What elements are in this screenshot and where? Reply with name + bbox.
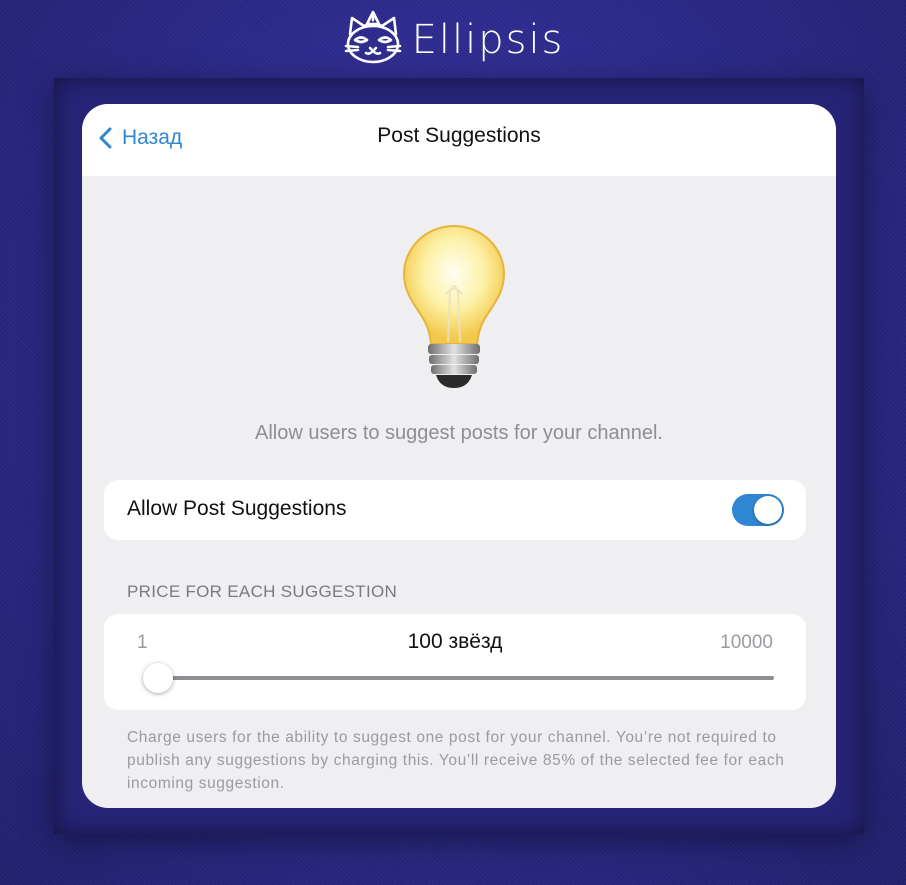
allow-suggestions-row: Allow Post Suggestions xyxy=(104,480,806,540)
navigation-bar: Назад Post Suggestions xyxy=(82,104,836,176)
settings-panel: Назад Post Suggestions Allow users to su… xyxy=(82,104,836,808)
allow-suggestions-toggle[interactable] xyxy=(732,494,784,526)
page-title: Post Suggestions xyxy=(377,124,541,147)
price-slider-thumb[interactable] xyxy=(143,663,174,693)
price-slider-track[interactable] xyxy=(152,676,774,680)
price-section-header: PRICE FOR EACH SUGGESTION xyxy=(127,582,398,601)
brand-header: Ellipsis xyxy=(0,10,906,70)
slider-value-label: 100 звёзд xyxy=(407,630,503,653)
cat-logo-icon xyxy=(344,10,401,64)
lightbulb-icon xyxy=(402,224,506,388)
brand-name: Ellipsis xyxy=(411,17,565,63)
price-footnote: Charge users for the ability to suggest … xyxy=(127,729,785,792)
price-slider-card: 1 100 звёзд 10000 xyxy=(104,614,806,710)
toggle-knob xyxy=(754,496,782,524)
allow-suggestions-label: Allow Post Suggestions xyxy=(127,497,347,520)
slider-max-label: 10000 xyxy=(720,632,773,653)
feature-description: Allow users to suggest posts for your ch… xyxy=(255,422,663,444)
